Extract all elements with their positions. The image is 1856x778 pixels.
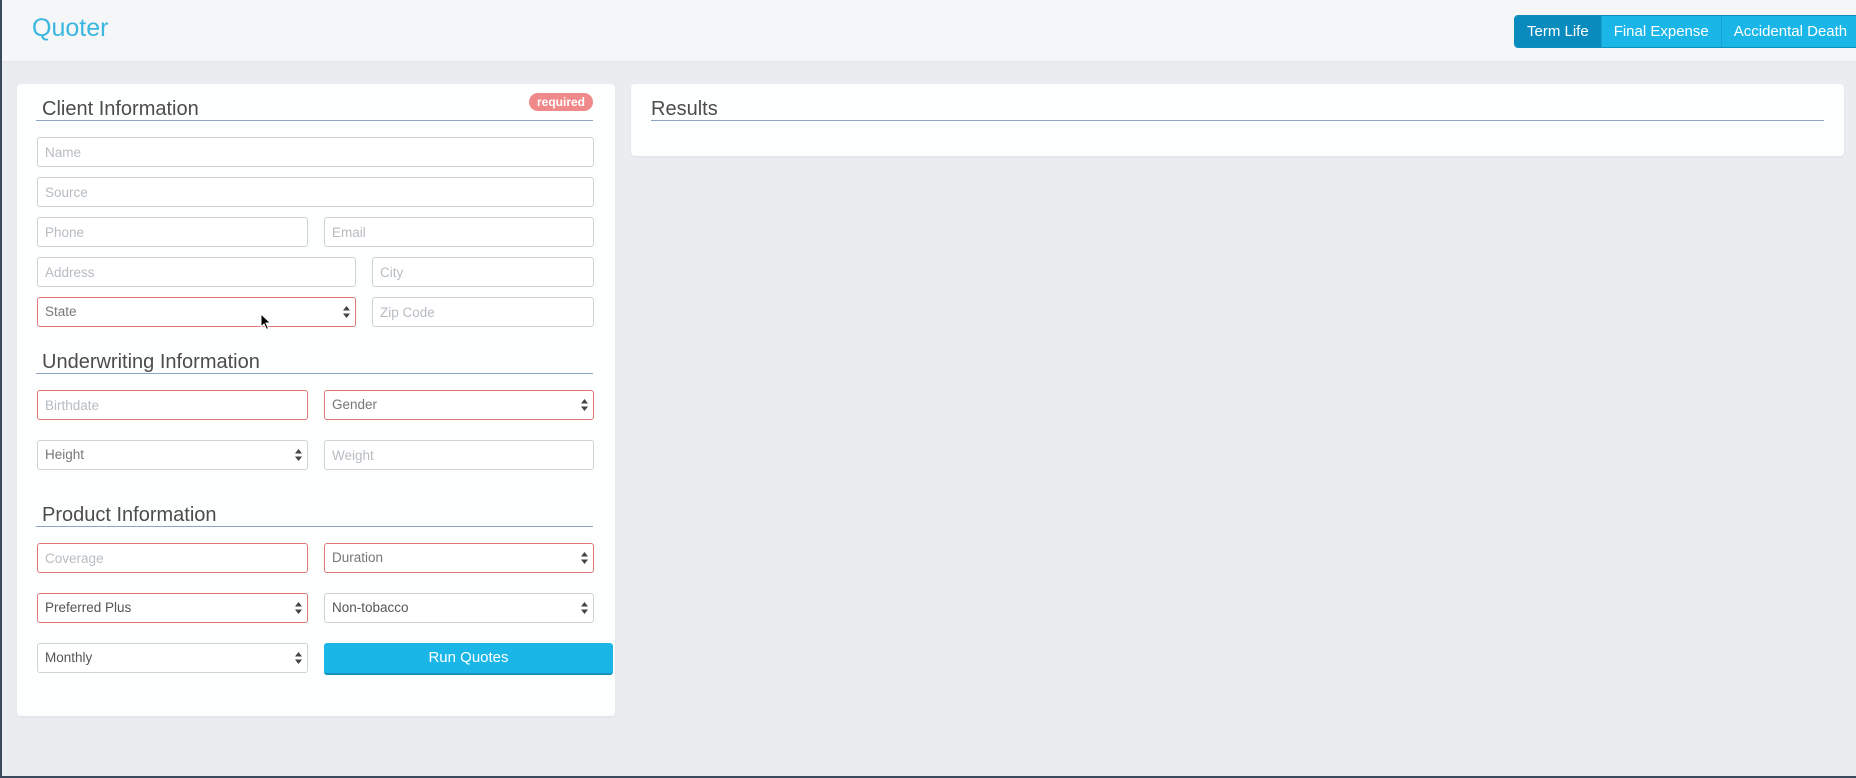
select-arrows-icon [295, 602, 302, 614]
tab-term-life[interactable]: Term Life [1515, 16, 1601, 47]
weight-input[interactable] [324, 440, 594, 470]
payment-frequency-select-value: Monthly [45, 650, 93, 665]
select-arrows-icon [295, 449, 302, 461]
gender-select[interactable]: Gender [324, 390, 594, 420]
select-arrows-icon [581, 552, 588, 564]
zip-code-input[interactable] [372, 297, 594, 327]
email-input[interactable] [324, 217, 594, 247]
duration-select[interactable]: Duration [324, 543, 594, 573]
phone-input[interactable] [37, 217, 308, 247]
duration-select-value: Duration [332, 550, 384, 565]
tobacco-select[interactable]: Non-tobacco [324, 593, 594, 623]
select-arrows-icon [295, 652, 302, 664]
coverage-input[interactable] [37, 543, 308, 573]
source-input[interactable] [37, 177, 594, 207]
health-class-select[interactable]: Preferred Plus [37, 593, 308, 623]
city-input[interactable] [372, 257, 594, 287]
quote-form-panel: Client Information required State Underw… [17, 84, 615, 716]
window-left-edge [0, 0, 2, 778]
tab-accidental-death[interactable]: Accidental Death [1720, 16, 1856, 47]
select-arrows-icon [581, 399, 588, 411]
birthdate-input[interactable] [37, 390, 308, 420]
product-info-divider [36, 526, 593, 527]
tab-final-expense[interactable]: Final Expense [1600, 16, 1721, 47]
height-select-value: Height [45, 447, 85, 462]
payment-frequency-select[interactable]: Monthly [37, 643, 308, 673]
state-select[interactable]: State [37, 297, 356, 327]
client-info-title: Client Information [42, 98, 199, 120]
results-title: Results [651, 98, 718, 120]
client-info-divider [36, 120, 593, 121]
state-select-value: State [45, 304, 77, 319]
underwriting-info-title: Underwriting Information [42, 351, 260, 373]
name-input[interactable] [37, 137, 594, 167]
gender-select-value: Gender [332, 397, 378, 412]
app-title: Quoter [32, 14, 109, 42]
results-divider [651, 120, 1824, 121]
tobacco-select-value: Non-tobacco [332, 600, 409, 615]
health-class-select-value: Preferred Plus [45, 600, 132, 615]
top-bar: Quoter Term Life Final Expense Accidenta… [2, 0, 1856, 62]
product-tabs: Term Life Final Expense Accidental Death [1514, 15, 1856, 48]
product-info-title: Product Information [42, 504, 217, 526]
run-quotes-button[interactable]: Run Quotes [324, 643, 613, 675]
underwriting-info-divider [36, 373, 593, 374]
mouse-cursor-icon [260, 313, 272, 331]
required-badge: required [529, 93, 594, 111]
select-arrows-icon [343, 306, 350, 318]
results-panel: Results [631, 84, 1844, 156]
height-select[interactable]: Height [37, 440, 308, 470]
select-arrows-icon [581, 602, 588, 614]
address-input[interactable] [37, 257, 356, 287]
